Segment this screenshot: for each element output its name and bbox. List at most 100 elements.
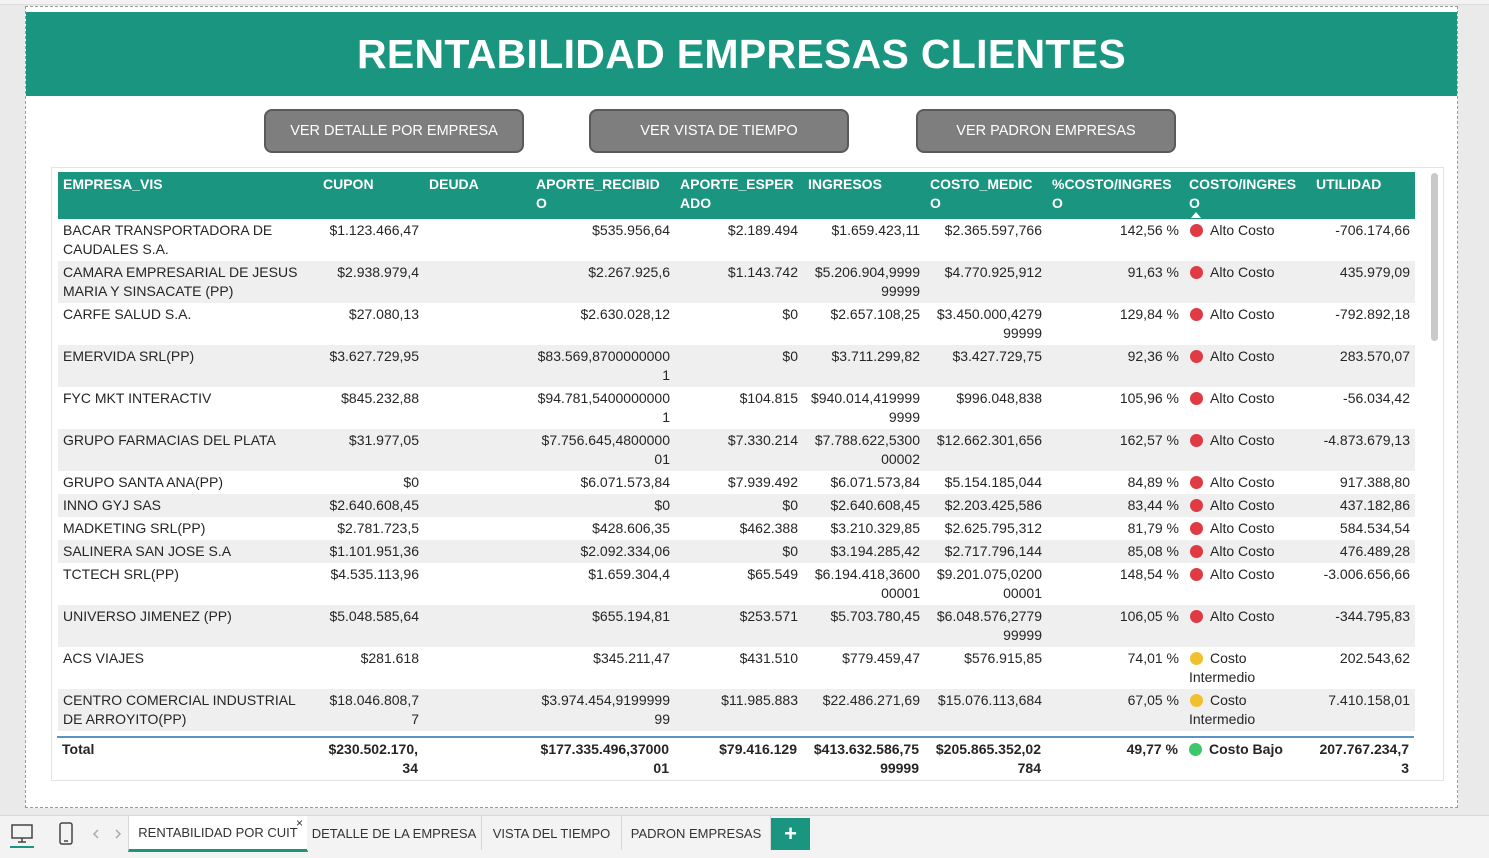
column-header[interactable]: INGRESOS bbox=[803, 172, 925, 219]
value-cell: 83,44 % bbox=[1047, 494, 1184, 517]
value-cell: $345.211,47 bbox=[593, 650, 670, 666]
value-cell: $3.210.329,85 bbox=[830, 520, 920, 536]
table-row[interactable]: GRUPO FARMACIAS DEL PLATA $31.977,05 $7.75… bbox=[58, 429, 1415, 471]
value-cell bbox=[424, 471, 531, 494]
total-value-cell: $205.865.352,02784 bbox=[935, 741, 1041, 776]
value-cell: 7.410.158,01 bbox=[1311, 689, 1415, 731]
sort-ascending-icon bbox=[1191, 212, 1201, 218]
table-row[interactable]: GRUPO SANTA ANA(PP) $0 $6.071.573,84 $7.939… bbox=[58, 471, 1415, 494]
company-name-cell: CAMARA EMPRESARIAL DE JESUS MARIA Y SINS… bbox=[58, 261, 318, 303]
value-cell: $7.756.645,480000001 bbox=[531, 429, 675, 471]
status-cell: Alto Costo bbox=[1184, 261, 1311, 303]
column-header[interactable]: APORTE_RECIBIDO bbox=[531, 172, 675, 219]
table-row[interactable]: CAMARA EMPRESARIAL DE JESUS MARIA Y SINS… bbox=[58, 261, 1415, 303]
table-row[interactable]: MADKETING SRL(PP) $2.781.723,5 $428.606,35… bbox=[58, 517, 1415, 540]
column-header[interactable]: CUPON bbox=[318, 172, 424, 219]
status-dot-icon bbox=[1190, 522, 1203, 535]
value-cell: 435.979,09 bbox=[1311, 261, 1415, 303]
add-page-button[interactable]: + bbox=[771, 818, 810, 850]
table-row[interactable]: EMERVIDA SRL(PP) $3.627.729,95 $83.569,870… bbox=[58, 345, 1415, 387]
table-row[interactable]: INNO GYJ SAS $2.640.608,45 $0 $0 $2.640.608,… bbox=[58, 494, 1415, 517]
value-cell: 106,05 % bbox=[1047, 605, 1184, 647]
value-cell bbox=[424, 494, 531, 517]
value-cell: $83.569,87000000001 bbox=[531, 345, 675, 387]
table-row[interactable]: CARFE SALUD S.A. $27.080,13 $2.630.028,12 $… bbox=[58, 303, 1415, 345]
column-header[interactable]: UTILIDAD bbox=[1311, 172, 1415, 219]
table-row[interactable]: FYC MKT INTERACTIV $845.232,88 $94.781,540… bbox=[58, 387, 1415, 429]
total-value-cell: $79.416.129 bbox=[719, 741, 797, 757]
company-registry-button[interactable]: VER PADRON EMPRESAS bbox=[916, 109, 1176, 153]
status-dot-icon bbox=[1190, 568, 1203, 581]
value-cell: $2.267.925,6 bbox=[531, 261, 675, 303]
company-name-cell: FYC MKT INTERACTIV bbox=[63, 390, 212, 406]
table-row[interactable]: BACAR TRANSPORTADORA DE CAUDALES S.A. $1.… bbox=[58, 219, 1415, 261]
value-cell bbox=[424, 261, 531, 303]
time-view-button[interactable]: VER VISTA DE TIEMPO bbox=[589, 109, 849, 153]
value-cell: $11.985.883 bbox=[675, 689, 803, 731]
value-cell: 84,89 % bbox=[1127, 474, 1179, 490]
status-dot-icon bbox=[1190, 545, 1203, 558]
status-label: Alto Costo bbox=[1210, 264, 1275, 280]
column-header[interactable]: DEUDA bbox=[424, 172, 531, 219]
scroll-left-icon[interactable] bbox=[92, 827, 100, 845]
column-header[interactable]: %COSTO/INGRESO bbox=[1047, 172, 1184, 219]
table-row[interactable]: SALINERA SAN JOSE S.A $1.101.951,36 $2.092… bbox=[58, 540, 1415, 563]
value-cell: $22.486.271,69 bbox=[803, 689, 925, 731]
value-cell: $0 bbox=[403, 474, 419, 490]
column-header[interactable]: COSTO_MEDICO bbox=[925, 172, 1047, 219]
value-cell: $4.535.113,96 bbox=[330, 566, 420, 582]
value-cell: 105,96 % bbox=[1119, 390, 1179, 406]
column-header-sorted[interactable]: COSTO/INGRESO bbox=[1184, 172, 1311, 219]
value-cell bbox=[424, 540, 531, 563]
tab-padron-empresas[interactable]: PADRON EMPRESAS bbox=[622, 816, 771, 850]
scroll-right-icon[interactable] bbox=[114, 827, 122, 845]
desktop-view-icon[interactable] bbox=[10, 822, 34, 851]
total-value-cell: $230.502.170,34 bbox=[328, 741, 418, 776]
profitability-table-visual[interactable]: EMPRESA_VIS CUPON DEUDA APORTE_RECIBIDO … bbox=[51, 167, 1444, 781]
status-cell: Alto Costo bbox=[1184, 429, 1311, 471]
value-cell: -706.174,66 bbox=[1335, 222, 1410, 238]
column-header[interactable]: APORTE_ESPERADO bbox=[675, 172, 803, 219]
tab-detalle-de-la-empresa[interactable]: DETALLE DE LA EMPRESA bbox=[307, 816, 482, 850]
value-cell: $2.640.608,45 bbox=[803, 494, 925, 517]
tab-rentabilidad-por-cuit[interactable]: RENTABILIDAD POR CUIT × bbox=[128, 816, 308, 852]
status-label: Alto Costo bbox=[1210, 390, 1275, 406]
company-name-cell: EMERVIDA SRL(PP) bbox=[58, 345, 318, 387]
mobile-view-icon[interactable] bbox=[58, 822, 74, 851]
value-cell: $15.076.113,684 bbox=[925, 689, 1047, 731]
value-cell: $2.625.795,312 bbox=[944, 520, 1042, 536]
value-cell bbox=[424, 219, 531, 261]
total-row: Total $230.502.170,34 $177.335.496,3700001… bbox=[57, 736, 1414, 780]
tab-vista-del-tiempo[interactable]: VISTA DEL TIEMPO bbox=[482, 816, 622, 850]
table-row[interactable]: TCTECH SRL(PP) $4.535.113,96 $1.659.304,4 $… bbox=[58, 563, 1415, 605]
vertical-scrollbar[interactable] bbox=[1431, 173, 1438, 341]
close-tab-icon[interactable]: × bbox=[296, 816, 303, 830]
value-cell: $65.549 bbox=[747, 566, 798, 582]
value-cell: $462.388 bbox=[739, 520, 798, 536]
table-row[interactable]: UNIVERSO JIMENEZ (PP) $5.048.585,64 $655.1… bbox=[58, 605, 1415, 647]
tab-label: RENTABILIDAD POR CUIT bbox=[138, 825, 298, 840]
status-cell: Costo Intermedio bbox=[1184, 689, 1311, 731]
column-header[interactable]: EMPRESA_VIS bbox=[58, 172, 318, 219]
company-name-cell: TCTECH SRL(PP) bbox=[63, 566, 179, 582]
value-cell: $428.606,35 bbox=[592, 520, 670, 536]
status-label: Alto Costo bbox=[1210, 520, 1275, 536]
value-cell: $3.194.285,42 bbox=[803, 540, 925, 563]
table-row[interactable]: CENTRO COMERCIAL INDUSTRIAL DE ARROYITO(… bbox=[58, 689, 1415, 731]
status-cell: Alto Costo bbox=[1184, 605, 1311, 647]
value-cell bbox=[424, 689, 531, 731]
detail-by-company-button[interactable]: VER DETALLE POR EMPRESA bbox=[264, 109, 524, 153]
value-cell bbox=[424, 605, 531, 647]
value-cell: $7.788.622,530000002 bbox=[803, 429, 925, 471]
value-cell: 202.543,62 bbox=[1339, 650, 1410, 666]
status-label: Alto Costo bbox=[1210, 608, 1275, 624]
status-dot-icon bbox=[1190, 224, 1203, 237]
value-cell: $27.080,13 bbox=[348, 306, 419, 322]
value-cell: $0 bbox=[782, 306, 798, 322]
value-cell: -344.795,83 bbox=[1311, 605, 1415, 647]
table-row[interactable]: ACS VIAJES $281.618 $345.211,47 $431.510 $77… bbox=[58, 647, 1415, 689]
status-cell: Alto Costo bbox=[1184, 494, 1311, 517]
company-name-cell: BACAR TRANSPORTADORA DE CAUDALES S.A. bbox=[63, 222, 273, 257]
value-cell bbox=[424, 429, 531, 471]
page-title: RENTABILIDAD EMPRESAS CLIENTES bbox=[356, 30, 1127, 77]
